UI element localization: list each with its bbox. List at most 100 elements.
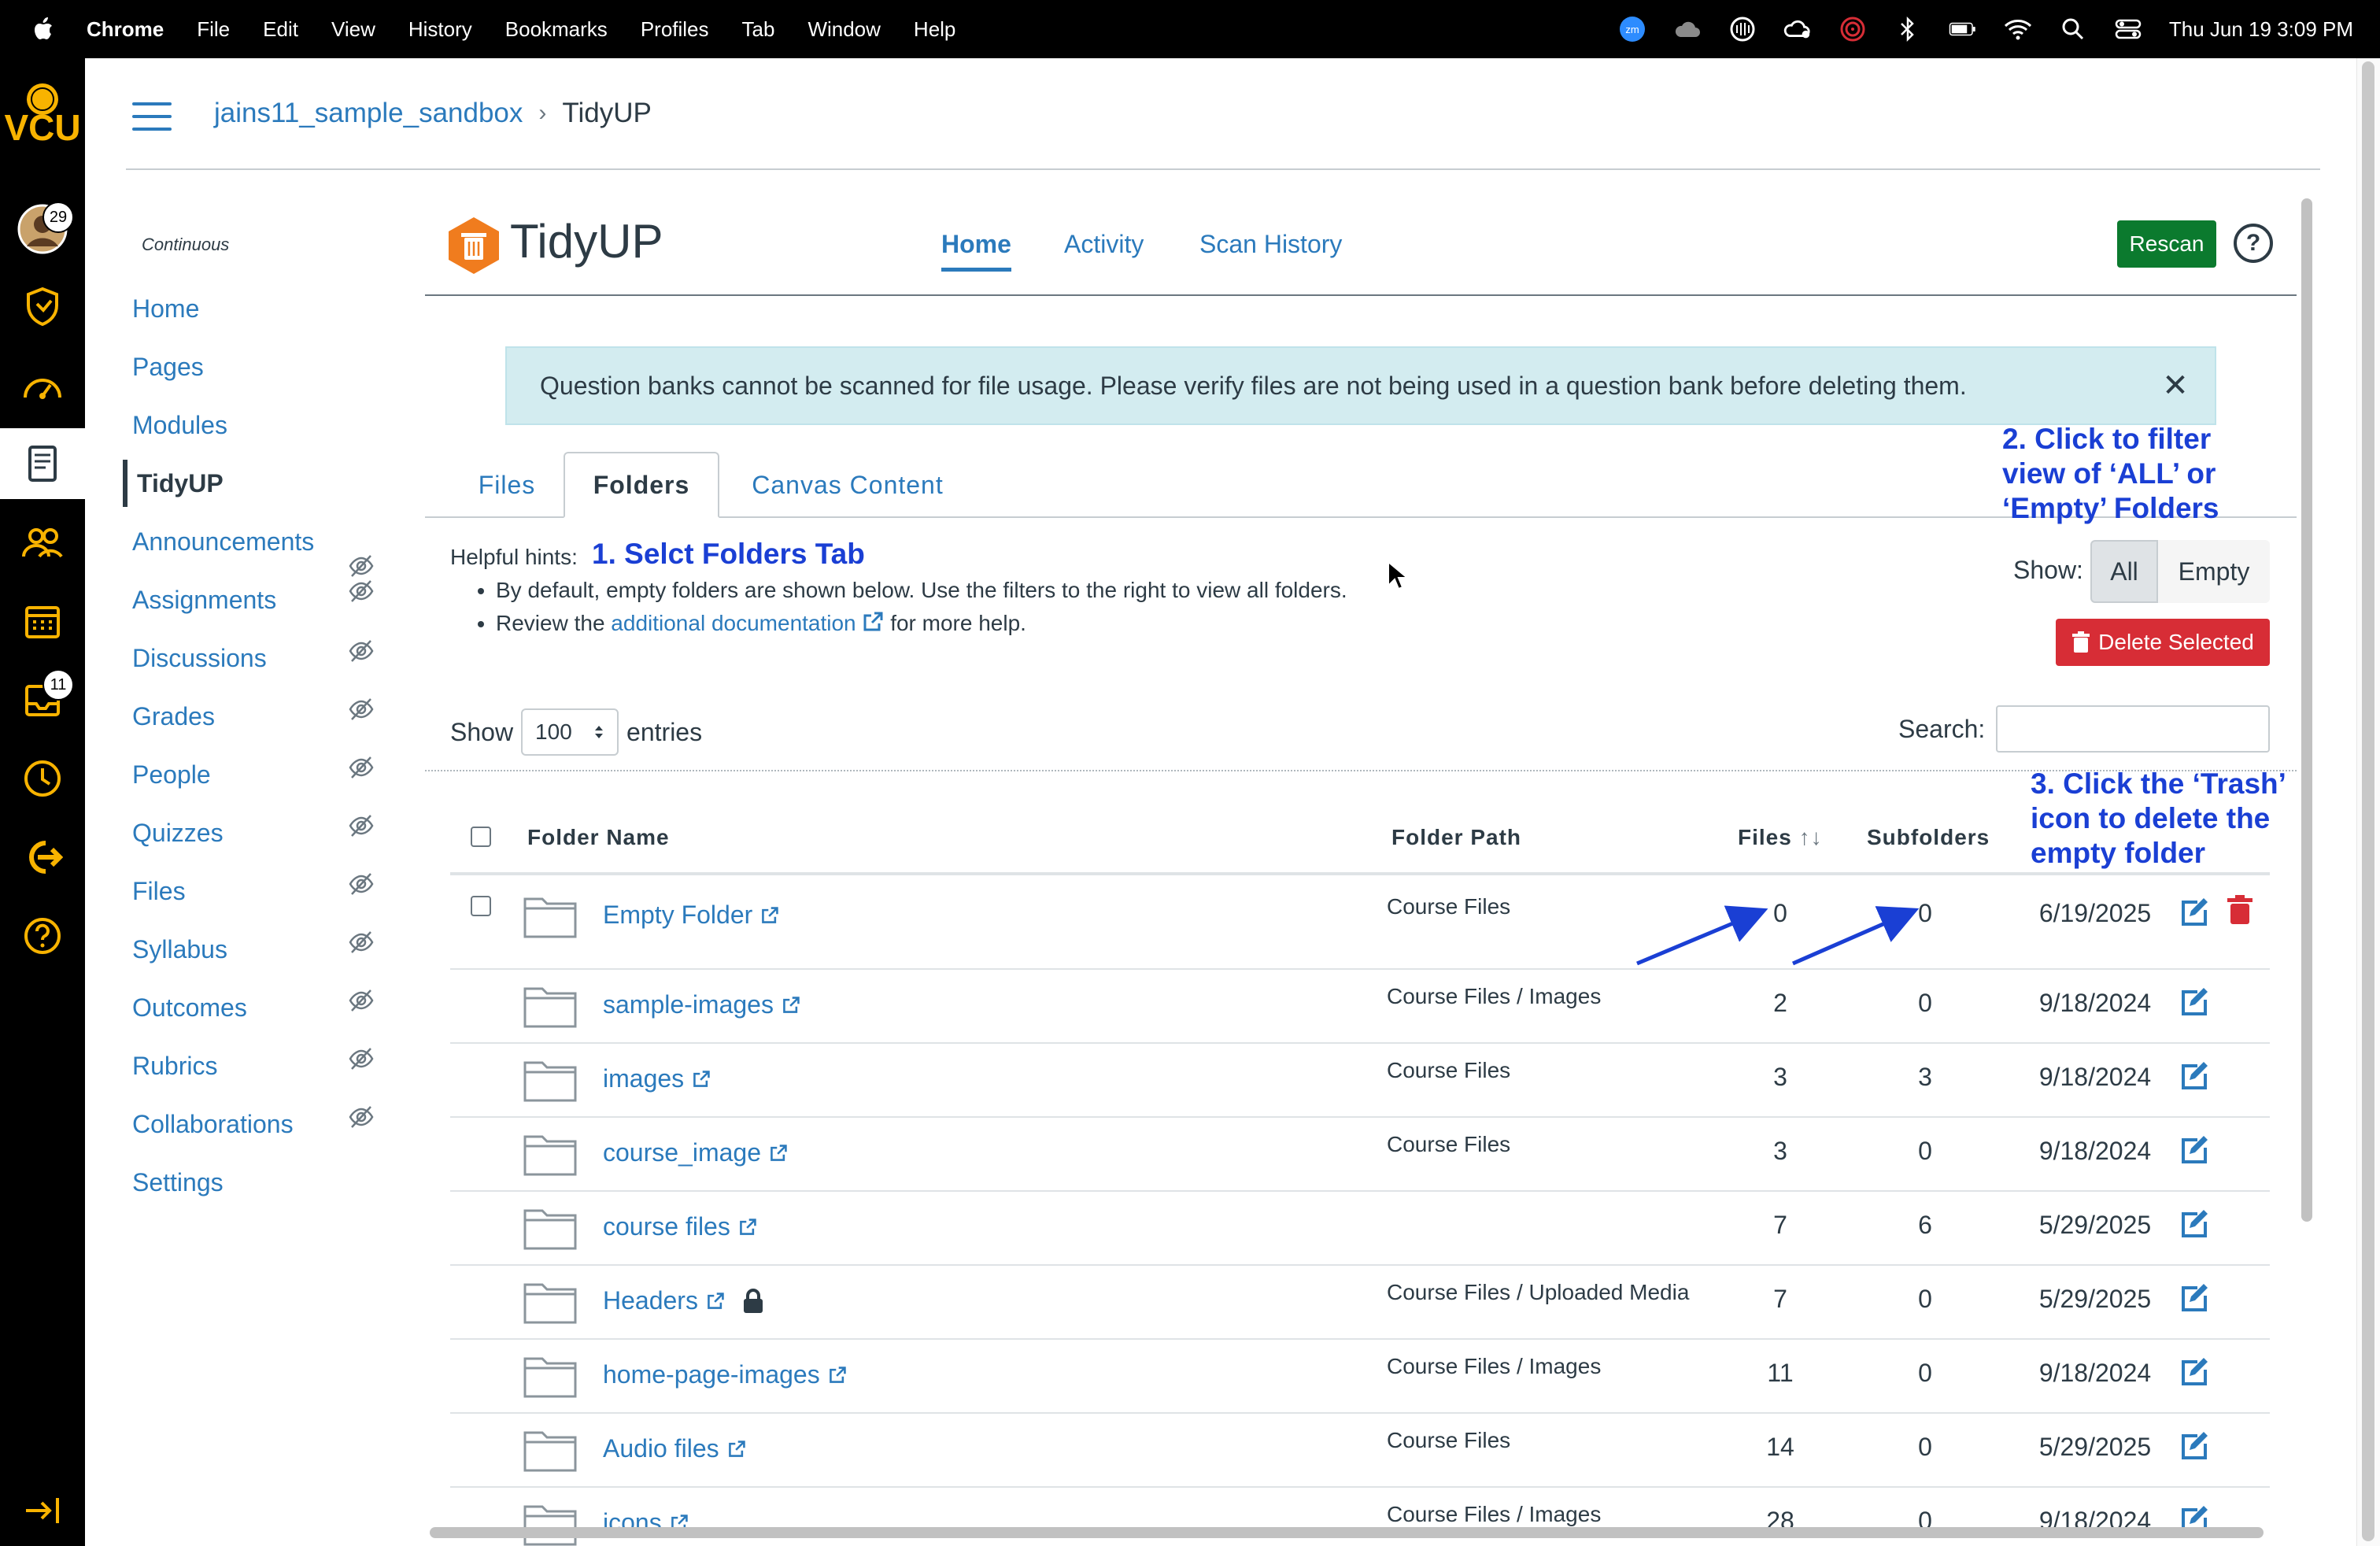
global-nav-commons[interactable] — [0, 822, 85, 893]
menu-file[interactable]: File — [197, 17, 230, 42]
folder-name-link[interactable]: Headers — [603, 1286, 764, 1315]
wifi-icon[interactable] — [2004, 15, 2032, 43]
course-nav-grades[interactable]: Grades — [132, 693, 384, 740]
menu-tab[interactable]: Tab — [742, 17, 775, 42]
column-folder-path[interactable]: Folder Path — [1391, 825, 1521, 850]
menu-bookmarks[interactable]: Bookmarks — [505, 17, 608, 42]
course-nav-discussions[interactable]: Discussions — [132, 634, 384, 682]
spotlight-search-icon[interactable] — [2059, 15, 2087, 43]
tab-activity[interactable]: Activity — [1064, 230, 1144, 259]
additional-documentation-link[interactable]: additional documentation — [611, 611, 884, 635]
folder-icon — [523, 1283, 577, 1324]
column-folder-name[interactable]: Folder Name — [527, 825, 670, 850]
menu-history[interactable]: History — [408, 17, 472, 42]
edit-icon[interactable] — [2179, 1356, 2210, 1387]
helpful-hints-label: Helpful hints: — [450, 545, 578, 569]
course-nav-outcomes[interactable]: Outcomes — [132, 984, 384, 1031]
trash-icon[interactable] — [2226, 894, 2254, 926]
global-nav-history[interactable] — [0, 743, 85, 814]
course-nav-assignments[interactable]: Assignments — [132, 576, 384, 623]
zoom-icon[interactable]: zm — [1618, 15, 1646, 43]
select-all-checkbox[interactable] — [471, 827, 491, 847]
entries-per-page-select[interactable]: 100 — [521, 708, 619, 756]
course-menu-toggle[interactable] — [132, 102, 172, 131]
course-nav-tidyup[interactable]: TidyUP — [123, 460, 375, 507]
course-nav-files[interactable]: Files — [132, 867, 384, 915]
scrollbar-thumb[interactable] — [2362, 61, 2374, 1541]
bluetooth-icon[interactable] — [1894, 15, 1922, 43]
menu-window[interactable]: Window — [808, 17, 880, 42]
filter-empty-button[interactable]: Empty — [2158, 540, 2270, 603]
course-nav-home[interactable]: Home — [132, 285, 384, 332]
column-files[interactable]: Files ↑↓ — [1738, 825, 1823, 850]
tab-scan-history[interactable]: Scan History — [1199, 230, 1342, 259]
folder-name-link[interactable]: home-page-images — [603, 1360, 847, 1389]
menu-app-chrome[interactable]: Chrome — [87, 17, 164, 42]
cloud-icon[interactable] — [1673, 15, 1702, 43]
folder-name: Audio files — [603, 1434, 719, 1463]
menu-profiles[interactable]: Profiles — [641, 17, 709, 42]
menu-bar-clock[interactable]: Thu Jun 19 3:09 PM — [2169, 17, 2353, 42]
edit-icon[interactable] — [2179, 896, 2210, 927]
tab-home[interactable]: Home — [941, 230, 1011, 272]
content-vertical-scrollbar[interactable] — [2298, 198, 2315, 1222]
row-select-checkbox[interactable] — [471, 896, 491, 916]
course-nav-announcements[interactable]: Announcements — [132, 518, 384, 565]
menu-edit[interactable]: Edit — [263, 17, 298, 42]
alert-close-button[interactable]: ✕ — [2158, 368, 2193, 403]
global-nav-calendar[interactable] — [0, 586, 85, 656]
course-nav-people[interactable]: People — [132, 751, 384, 798]
delete-selected-button[interactable]: Delete Selected — [2056, 619, 2270, 666]
edit-icon[interactable] — [2179, 1060, 2210, 1091]
global-nav-courses[interactable] — [0, 428, 85, 499]
menu-help[interactable]: Help — [914, 17, 955, 42]
course-nav-modules[interactable]: Modules — [132, 401, 384, 449]
global-nav-account[interactable]: 29 — [0, 194, 85, 264]
course-nav-rubrics[interactable]: Rubrics — [132, 1042, 384, 1089]
window-vertical-scrollbar[interactable] — [2356, 58, 2380, 1546]
search-input[interactable] — [1996, 705, 2270, 753]
course-nav-syllabus[interactable]: Syllabus — [132, 926, 384, 973]
course-nav-pages[interactable]: Pages — [132, 343, 384, 390]
siri-icon[interactable] — [1728, 15, 1757, 43]
files-count: 7 — [1773, 1285, 1787, 1313]
global-nav-admin[interactable] — [0, 271, 85, 342]
apple-icon[interactable] — [28, 13, 60, 45]
content-horizontal-scrollbar[interactable] — [425, 1524, 2267, 1540]
course-nav-quizzes[interactable]: Quizzes — [132, 809, 384, 856]
edit-icon[interactable] — [2179, 986, 2210, 1017]
folder-name-link[interactable]: Audio files — [603, 1434, 746, 1463]
folder-name-link[interactable]: course files — [603, 1212, 757, 1241]
global-nav-inbox[interactable]: 11 — [0, 664, 85, 735]
folder-name-link[interactable]: images — [603, 1064, 711, 1093]
subtab-files[interactable]: Files — [453, 452, 560, 518]
global-nav-help[interactable] — [0, 901, 85, 971]
menu-view[interactable]: View — [331, 17, 375, 42]
subtab-canvas-content[interactable]: Canvas Content — [726, 452, 970, 518]
global-nav-collapse[interactable] — [0, 1475, 85, 1546]
edit-icon[interactable] — [2179, 1134, 2210, 1165]
global-nav-groups[interactable] — [0, 507, 85, 578]
scrollbar-thumb[interactable] — [2301, 198, 2312, 1222]
filter-all-button[interactable]: All — [2090, 540, 2158, 603]
scrollbar-thumb[interactable] — [430, 1527, 2264, 1538]
edit-icon[interactable] — [2179, 1429, 2210, 1461]
course-nav-collaborations[interactable]: Collaborations — [132, 1100, 384, 1148]
rescan-button[interactable]: Rescan — [2117, 220, 2216, 268]
breadcrumb-course-link[interactable]: jains11_sample_sandbox — [214, 98, 523, 129]
edit-icon[interactable] — [2179, 1208, 2210, 1239]
folder-name-link[interactable]: Empty Folder — [603, 901, 779, 930]
control-center-icon[interactable] — [2114, 15, 2142, 43]
column-subfolders[interactable]: Subfolders — [1867, 825, 1990, 850]
edit-icon[interactable] — [2179, 1282, 2210, 1313]
folder-name-link[interactable]: sample-images — [603, 990, 800, 1019]
course-nav-settings[interactable]: Settings — [132, 1159, 384, 1206]
folder-name-link[interactable]: course_image — [603, 1138, 788, 1167]
creative-cloud-icon[interactable] — [1783, 15, 1812, 43]
fingerprint-icon[interactable] — [1839, 15, 1867, 43]
global-nav-dashboard[interactable] — [0, 350, 85, 420]
battery-icon[interactable] — [1949, 15, 1977, 43]
vcu-logo[interactable]: VCU — [0, 80, 85, 151]
help-button[interactable]: ? — [2234, 224, 2273, 263]
subtab-folders[interactable]: Folders — [564, 452, 719, 518]
